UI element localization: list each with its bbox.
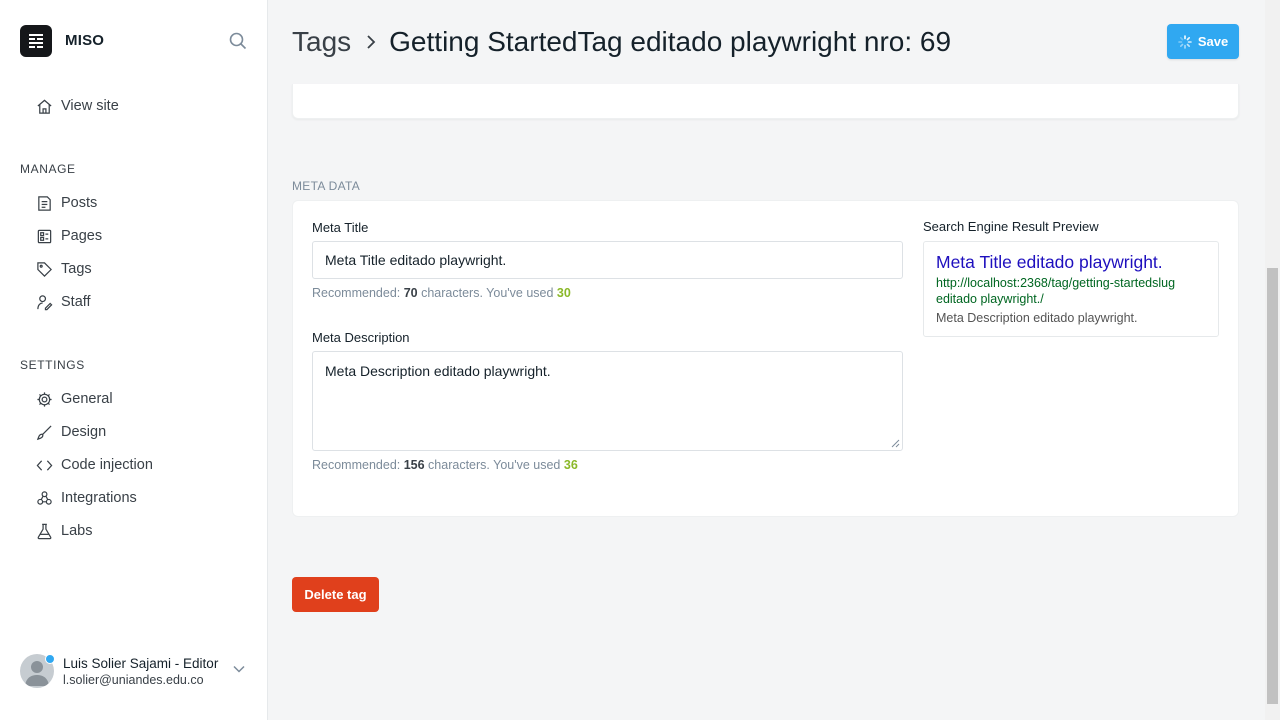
breadcrumb-tags-link[interactable]: Tags (292, 26, 351, 58)
nav-labs-label: Labs (61, 523, 93, 539)
meta-data-section-label: META DATA (292, 179, 361, 193)
nav-posts-label: Posts (61, 195, 98, 211)
meta-description-hint: Recommended: 156 characters. You've used… (312, 458, 578, 472)
search-icon[interactable] (226, 29, 250, 53)
meta-title-hint: Recommended: 70 characters. You've used … (312, 286, 571, 300)
brush-icon (36, 424, 52, 440)
save-button[interactable]: Save (1167, 24, 1239, 59)
user-email: l.solier@uniandes.edu.co (63, 672, 204, 687)
nav-integrations[interactable]: Integrations (36, 487, 137, 509)
breadcrumb: Tags Getting StartedTag editado playwrig… (292, 24, 951, 60)
settings-section-label: SETTINGS (20, 358, 85, 372)
meta-description-label: Meta Description (312, 330, 410, 345)
nav-posts[interactable]: Posts (36, 192, 97, 214)
nav-pages[interactable]: Pages (36, 225, 102, 247)
nav-view-site-label: View site (61, 98, 119, 114)
meta-description-hint-prefix: Recommended: (312, 458, 404, 472)
nav-design[interactable]: Design (36, 421, 106, 443)
meta-title-label: Meta Title (312, 220, 369, 235)
serp-preview-url: http://localhost:2368/tag/getting-starte… (936, 276, 1176, 306)
nav-integrations-label: Integrations (61, 490, 137, 506)
nav-design-label: Design (61, 424, 107, 440)
user-name: Luis Solier Sajami - Editor (63, 655, 219, 671)
sidebar: MISO View site MANAGE Posts Pages Tags S… (0, 0, 268, 720)
meta-description-value: Meta Description editado playwright. (325, 363, 551, 379)
page-title: Getting StartedTag editado playwright nr… (389, 26, 952, 57)
save-button-label: Save (1197, 34, 1229, 49)
serp-preview: Meta Title editado playwright. http://lo… (923, 241, 1219, 337)
delete-tag-button[interactable]: Delete tag (292, 577, 379, 612)
pages-icon (37, 229, 52, 243)
posts-icon (38, 195, 51, 211)
scrollbar[interactable] (1265, 0, 1280, 720)
meta-description-used-count: 36 (563, 458, 578, 472)
gear-icon (37, 391, 52, 407)
nav-general-label: General (61, 391, 113, 407)
meta-description-recommended-count: 156 (403, 458, 425, 472)
nav-tags[interactable]: Tags (36, 258, 92, 280)
code-icon (36, 459, 53, 471)
manage-section-label: MANAGE (20, 162, 76, 176)
meta-title-hint-prefix: Recommended: (312, 286, 404, 300)
nav-pages-label: Pages (61, 228, 103, 244)
nav-code-injection[interactable]: Code injection (36, 454, 153, 476)
serp-preview-description: Meta Description editado playwright. (936, 311, 1138, 325)
brand-name: MISO (65, 32, 105, 49)
meta-description-hint-mid: characters. You've used (424, 458, 564, 472)
nav-view-site[interactable]: View site (36, 95, 119, 117)
nav-labs[interactable]: Labs (36, 520, 92, 542)
tag-settings-card (292, 84, 1239, 119)
status-indicator (45, 654, 55, 664)
spinner-icon (1178, 34, 1192, 49)
integrations-icon (37, 490, 52, 505)
serp-preview-title: Meta Title editado playwright. (936, 252, 1163, 272)
nav-staff[interactable]: Staff (36, 291, 91, 313)
brand-logo-icon (20, 24, 52, 57)
tag-icon (37, 261, 52, 277)
nav-general[interactable]: General (36, 388, 113, 410)
resize-grip-icon[interactable] (891, 439, 900, 448)
chevron-down-icon (233, 665, 245, 673)
nav-code-injection-label: Code injection (61, 457, 153, 473)
nav-staff-label: Staff (61, 294, 91, 310)
scrollbar-thumb[interactable] (1267, 268, 1278, 704)
brand[interactable]: MISO (20, 24, 104, 57)
home-icon (37, 99, 52, 114)
meta-title-value: Meta Title editado playwright. (325, 252, 507, 268)
meta-title-recommended-count: 70 (403, 286, 418, 300)
meta-title-used-count: 30 (556, 286, 571, 300)
chevron-right-icon (365, 34, 377, 50)
meta-title-input[interactable]: Meta Title editado playwright. (312, 241, 903, 279)
meta-title-hint-mid: characters. You've used (417, 286, 557, 300)
nav-tags-label: Tags (61, 261, 92, 277)
serp-preview-label: Search Engine Result Preview (923, 219, 1099, 234)
flask-icon (37, 523, 52, 539)
meta-description-textarea[interactable]: Meta Description editado playwright. (312, 351, 903, 451)
staff-icon (37, 294, 53, 310)
